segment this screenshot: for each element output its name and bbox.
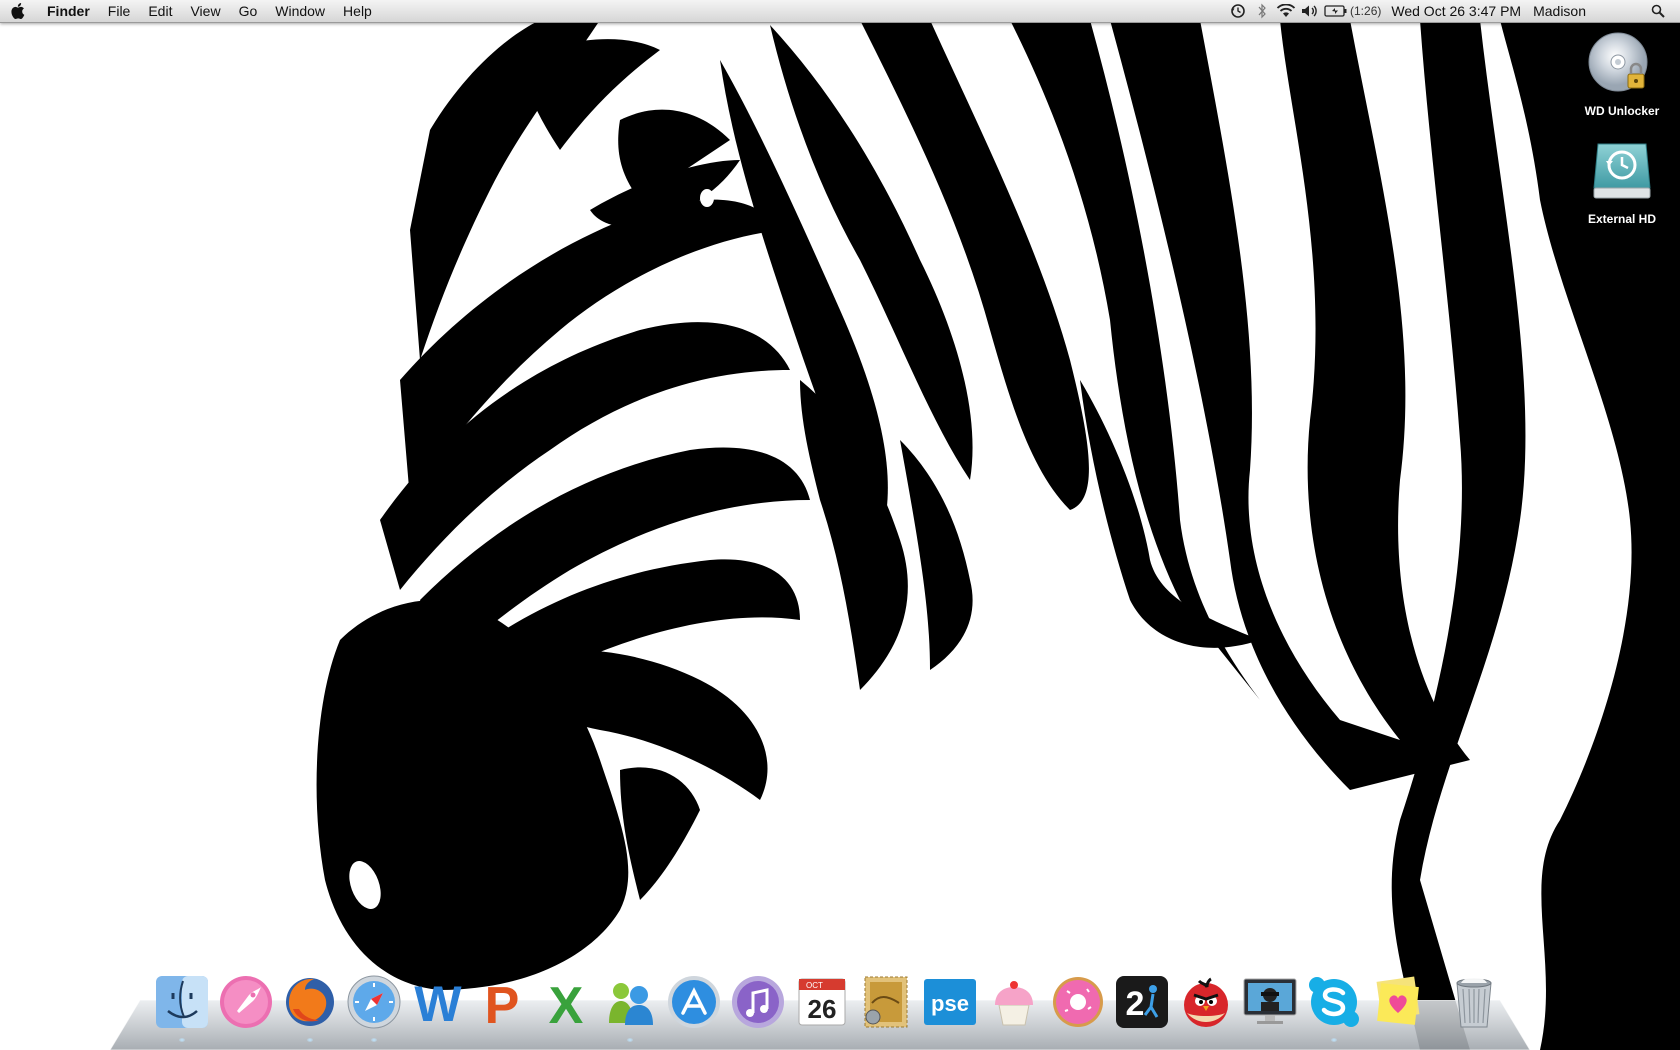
menu-window[interactable]: Window [266,0,334,22]
volume-icon[interactable] [1298,0,1322,22]
desktop-wallpaper-zebra [0,0,1680,1050]
desktop-icon-external-hd[interactable]: External HD [1572,138,1672,228]
finder-icon[interactable] [150,970,214,1042]
running-indicator [371,1038,377,1042]
app-store-icon[interactable] [662,970,726,1034]
word-icon[interactable]: W [406,970,470,1034]
menu-go[interactable]: Go [230,0,267,22]
spotlight-icon[interactable] [1646,0,1670,22]
messenger-icon[interactable] [598,970,662,1042]
menu-help[interactable]: Help [334,0,381,22]
menubar-clock[interactable]: Wed Oct 26 3:47 PM [1385,0,1527,22]
excel-icon[interactable]: X [534,970,598,1034]
ical-day: 26 [808,994,837,1024]
photoshop-elements-icon[interactable]: pse [918,970,982,1034]
cupcake-icon[interactable] [982,970,1046,1034]
menu-edit[interactable]: Edit [139,0,181,22]
itunes-icon[interactable] [726,970,790,1034]
battery-icon[interactable] [1322,0,1350,22]
cd-disc-lock-icon [1586,30,1658,102]
powerpoint-icon[interactable]: P [470,970,534,1034]
pse-label: pse [931,991,969,1016]
word-letter: W [414,976,462,1031]
time-machine-icon[interactable] [1226,0,1250,22]
menu-bar: Finder File Edit View Go Window Help (1:… [0,0,1680,23]
donut-icon[interactable] [1046,970,1110,1034]
ical-icon[interactable]: OCT 26 [790,970,854,1034]
ical-month: OCT [806,981,823,990]
launchpad-icon[interactable] [214,970,278,1034]
running-indicator [1331,1038,1337,1042]
skype-icon[interactable] [1302,970,1366,1042]
time-machine-drive-icon [1586,138,1658,210]
powerpoint-letter: P [485,977,520,1031]
desktop-icon-wd-unlocker[interactable]: WD Unlocker [1572,30,1672,120]
stickies-icon[interactable] [1366,970,1430,1034]
menu-file[interactable]: File [99,0,140,22]
desktop-icon-label: WD Unlocker [1584,104,1660,118]
portal-2-icon[interactable]: 2 [1110,970,1174,1034]
firefox-icon[interactable] [278,970,342,1042]
apple-menu-icon[interactable] [0,0,38,22]
angry-birds-icon[interactable] [1174,970,1238,1034]
bluetooth-icon[interactable] [1250,0,1274,22]
running-indicator [179,1038,185,1042]
wifi-icon[interactable] [1274,0,1298,22]
excel-letter: X [549,977,584,1031]
dock: W P X OCT 26 pse 2 [110,975,1530,1050]
running-indicator [307,1038,313,1042]
running-indicator [627,1038,633,1042]
trash-icon[interactable] [1442,970,1506,1034]
portal-label: 2 [1126,985,1145,1023]
safari-icon[interactable] [342,970,406,1042]
dock-app-list: W P X OCT 26 pse 2 [150,970,1506,1042]
mail-stamp-icon[interactable] [854,970,918,1034]
menubar-user[interactable]: Madison [1527,0,1646,22]
battery-time: (1:26) [1350,4,1382,18]
menu-view[interactable]: View [181,0,229,22]
menu-app-finder[interactable]: Finder [38,0,99,22]
desktop-icon-label: External HD [1587,212,1657,226]
photo-booth-icon[interactable] [1238,970,1302,1034]
